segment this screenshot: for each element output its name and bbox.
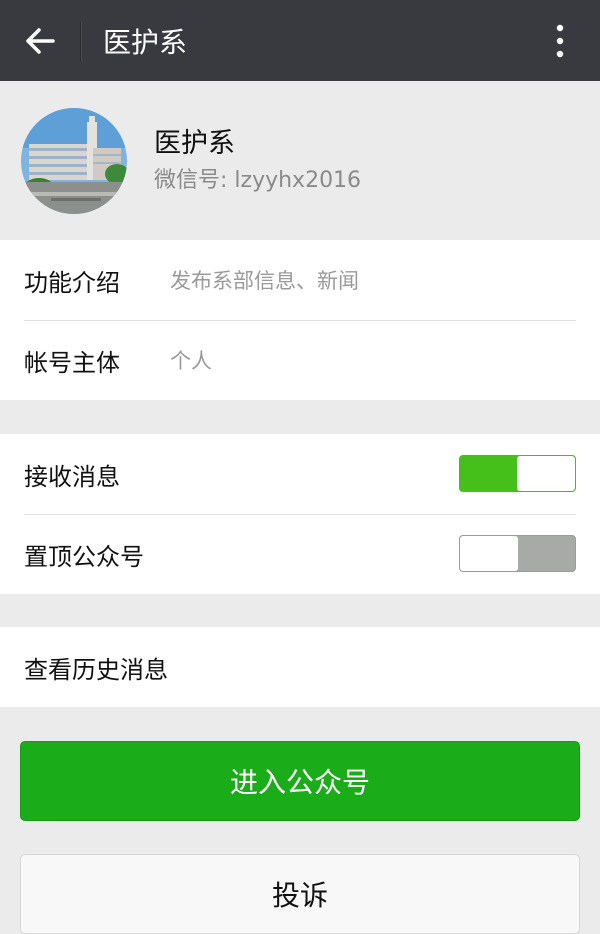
intro-row: 功能介绍 发布系部信息、新闻 xyxy=(0,240,600,320)
history-section: 查看历史消息 xyxy=(0,627,600,707)
profile-header: 医护系 微信号: lzyyhx2016 xyxy=(0,81,600,240)
pin-account-row: 置顶公众号 xyxy=(0,514,600,594)
history-label: 查看历史消息 xyxy=(24,655,168,684)
enter-account-button[interactable]: 进入公众号 xyxy=(20,741,580,821)
receive-messages-row: 接收消息 xyxy=(0,434,600,514)
arrow-left-icon xyxy=(26,27,55,54)
wechat-id: 微信号: lzyyhx2016 xyxy=(154,167,362,193)
top-bar: 医护系 xyxy=(0,0,600,81)
settings-section: 接收消息 置顶公众号 xyxy=(0,434,600,594)
owner-label: 帐号主体 xyxy=(24,348,120,377)
history-row[interactable]: 查看历史消息 xyxy=(0,627,600,707)
account-name: 医护系 xyxy=(154,127,235,159)
page-title: 医护系 xyxy=(103,25,188,59)
toggle-knob xyxy=(460,536,518,571)
intro-label: 功能介绍 xyxy=(24,268,120,297)
avatar-building-image xyxy=(21,107,127,214)
profile-text: 医护系 微信号: lzyyhx2016 xyxy=(154,126,361,196)
toggle-knob xyxy=(517,456,575,491)
avatar[interactable] xyxy=(21,107,127,214)
owner-value: 个人 xyxy=(170,349,212,373)
info-section: 功能介绍 发布系部信息、新闻 帐号主体 个人 xyxy=(0,240,600,400)
back-button[interactable] xyxy=(0,0,80,81)
complain-button[interactable]: 投诉 xyxy=(20,854,580,934)
receive-messages-toggle[interactable] xyxy=(459,455,576,492)
more-vertical-icon xyxy=(556,24,564,57)
pin-account-toggle[interactable] xyxy=(459,535,576,572)
more-button[interactable] xyxy=(520,0,600,81)
intro-value: 发布系部信息、新闻 xyxy=(170,269,359,293)
topbar-divider xyxy=(80,20,81,61)
owner-row[interactable]: 帐号主体 个人 xyxy=(0,320,600,400)
